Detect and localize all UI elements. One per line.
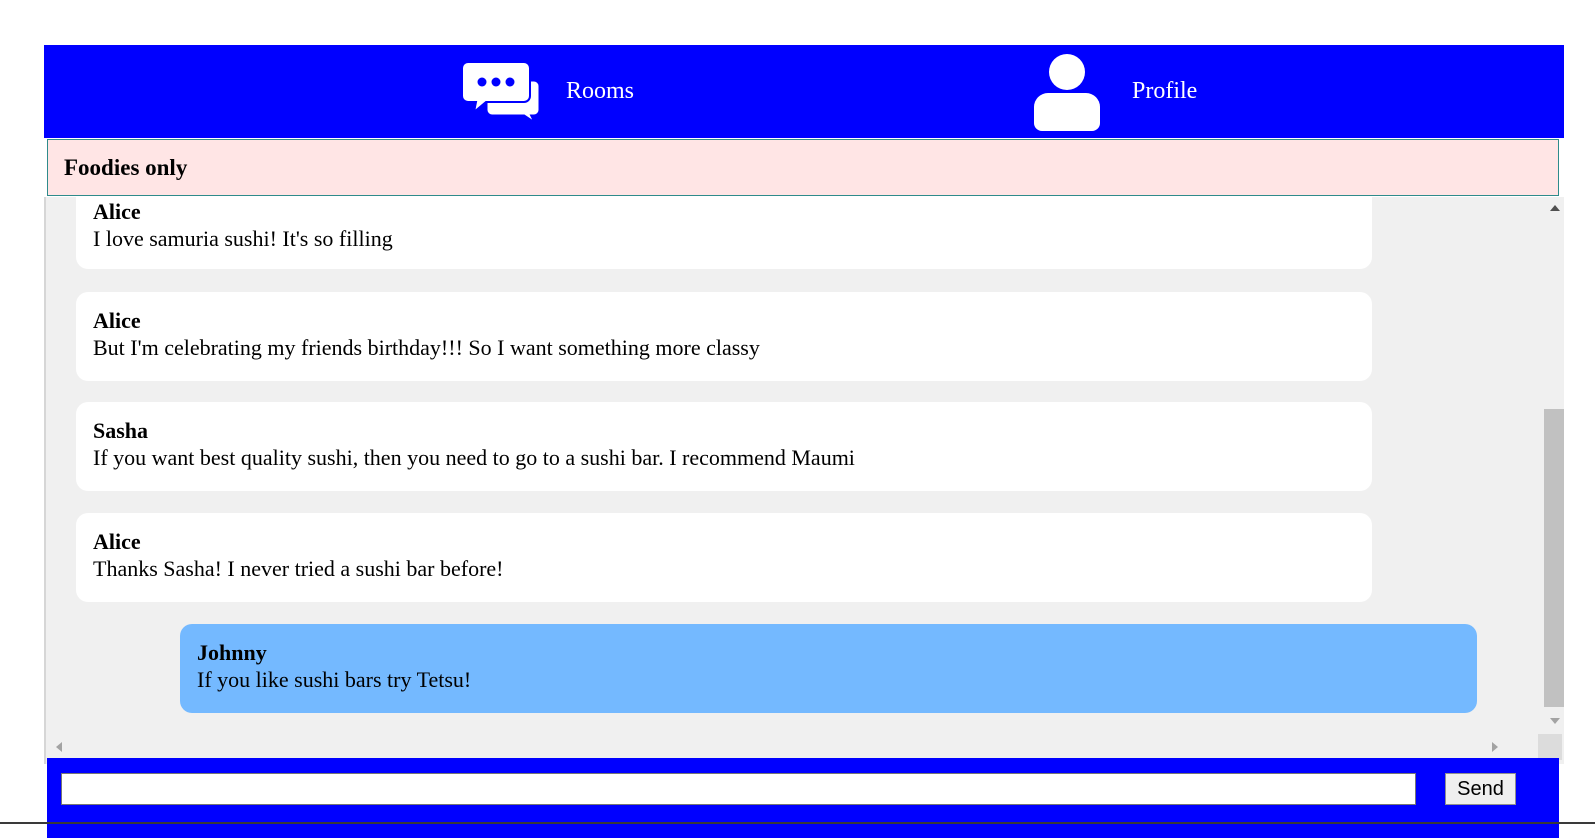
message-composer: Send bbox=[47, 758, 1559, 838]
scroll-down-icon[interactable] bbox=[1550, 718, 1560, 724]
scrollbar-corner bbox=[1538, 734, 1562, 760]
message-sender: Alice bbox=[93, 199, 141, 224]
message-list: Alice I love samuria sushi! It's so fill… bbox=[46, 197, 1536, 764]
room-title: Foodies only bbox=[47, 139, 1559, 196]
nav-rooms-label: Rooms bbox=[566, 78, 635, 104]
top-navigation: Rooms Profile bbox=[44, 45, 1564, 138]
chat-bubbles-icon bbox=[462, 60, 542, 124]
message-input[interactable] bbox=[61, 773, 1416, 805]
message-sender: Alice bbox=[93, 308, 141, 333]
nav-profile-link[interactable]: Profile bbox=[1034, 45, 1197, 138]
message-item: Alice But I'm celebrating my friends bir… bbox=[76, 292, 1372, 381]
message-text: If you like sushi bars try Tetsu! bbox=[197, 667, 472, 692]
own-message-item: Johnny If you like sushi bars try Tetsu! bbox=[180, 624, 1477, 713]
send-button[interactable]: Send bbox=[1445, 773, 1516, 805]
message-sender: Alice bbox=[93, 529, 141, 554]
nav-rooms-link[interactable]: Rooms bbox=[462, 45, 634, 138]
message-text: I love samuria sushi! It's so filling bbox=[93, 226, 393, 251]
scroll-up-icon[interactable] bbox=[1550, 205, 1560, 211]
scroll-right-icon[interactable] bbox=[1492, 742, 1498, 752]
message-sender: Johnny bbox=[197, 640, 267, 665]
message-text: If you want best quality sushi, then you… bbox=[93, 445, 855, 470]
vertical-scroll-thumb[interactable] bbox=[1544, 409, 1564, 707]
message-item: Alice Thanks Sasha! I never tried a sush… bbox=[76, 513, 1372, 602]
horizontal-scrollbar[interactable] bbox=[46, 734, 1540, 760]
vertical-scrollbar[interactable] bbox=[1538, 197, 1564, 764]
message-item: Sasha If you want best quality sushi, th… bbox=[76, 402, 1372, 491]
message-sender: Sasha bbox=[93, 418, 149, 443]
message-item: Alice I love samuria sushi! It's so fill… bbox=[76, 197, 1372, 269]
user-icon bbox=[1034, 53, 1100, 131]
divider bbox=[0, 822, 1595, 824]
messages-panel[interactable]: Alice I love samuria sushi! It's so fill… bbox=[44, 197, 1564, 764]
scroll-left-icon[interactable] bbox=[56, 742, 62, 752]
message-text: Thanks Sasha! I never tried a sushi bar … bbox=[93, 556, 504, 581]
chat-app: Rooms Profile Foodies only Alice I love … bbox=[44, 45, 1564, 838]
nav-profile-label: Profile bbox=[1132, 78, 1198, 104]
message-text: But I'm celebrating my friends birthday!… bbox=[93, 335, 760, 360]
